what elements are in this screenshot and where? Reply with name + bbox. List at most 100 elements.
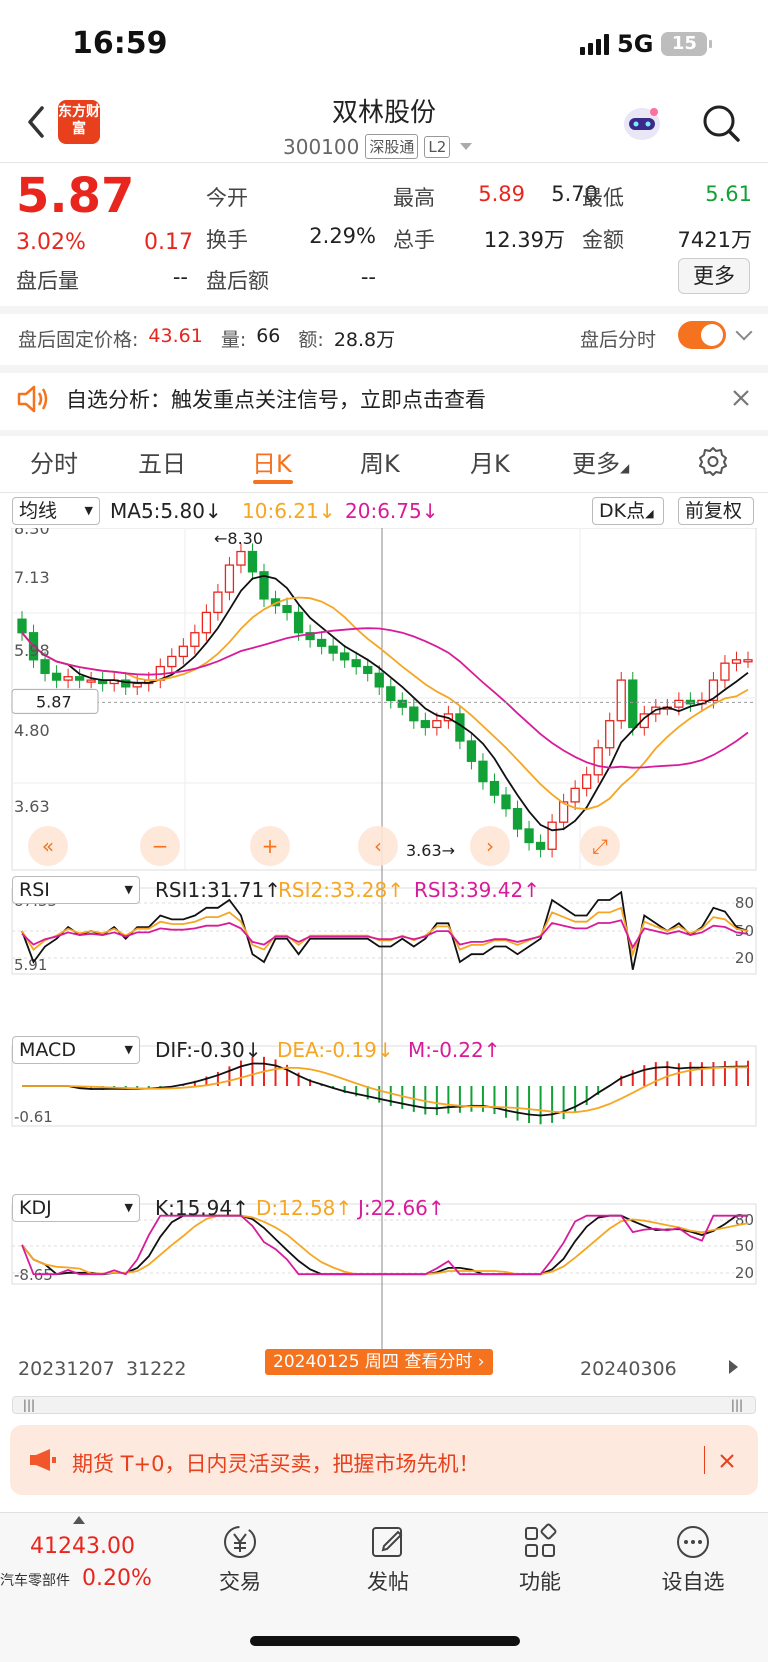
after-hours-row: 盘后固定价格: 43.61 量: 66 额: 28.8万 [18, 325, 395, 352]
candle-body [247, 550, 258, 573]
kdj-k-label: K:15.94↑ [155, 1196, 249, 1220]
high-marker: ←8.30 [214, 529, 263, 548]
after-hours-toggle-label: 盘后分时 [580, 329, 657, 351]
chart-scrollbar[interactable] [12, 1396, 756, 1414]
chevron-down-icon: ▼ [84, 504, 93, 517]
status-time: 16:59 [72, 26, 168, 61]
network-type: 5G [617, 30, 654, 58]
tab-rik[interactable]: 日K [252, 444, 292, 479]
chart-control-icon: ⤢ [592, 834, 608, 858]
candle-body [501, 794, 511, 810]
quote-label: 金额 [582, 228, 624, 252]
more-icon [677, 1526, 709, 1558]
rsi3-label: RSI3:39.42↑ [414, 878, 540, 902]
rsi-select-label: RSI [19, 879, 50, 901]
candle-body [374, 672, 384, 688]
function-button[interactable]: 功能 [510, 1522, 570, 1596]
price-axis-label: 3.63 [14, 797, 50, 816]
candle-body [524, 828, 534, 844]
post-button[interactable]: 发帖 [358, 1522, 418, 1596]
candle-body [432, 720, 442, 729]
chart-control-icon: ‹ [374, 834, 382, 858]
promo-text[interactable]: 期货 T+0，日内灵活买卖，把握市场先机！ [72, 1448, 479, 1478]
sector-index-value[interactable]: 41243.00 [30, 1534, 135, 1559]
megaphone-icon [30, 1449, 56, 1471]
chart-control-icon: − [152, 834, 169, 858]
candle-body [478, 760, 488, 783]
candle-body [17, 618, 27, 634]
candle-body [167, 655, 177, 668]
indicator-select-label: 均线 [19, 500, 58, 522]
add-watchlist-button[interactable]: 设自选 [655, 1522, 731, 1596]
signal-icon [580, 33, 609, 55]
stock-code: 300100 [283, 134, 360, 159]
speaker-icon [17, 385, 48, 413]
close-icon[interactable] [719, 1453, 735, 1469]
tab-zhouk[interactable]: 周K [360, 444, 400, 479]
rsi-level-label: 20 [735, 949, 754, 967]
expand-up-icon[interactable] [73, 1516, 85, 1524]
candle-body [547, 821, 557, 850]
sector-change: 0.20% [82, 1566, 152, 1591]
candle-body [178, 645, 188, 658]
after-hours-price: 43.61 [148, 325, 203, 347]
price-axis-label: 4.80 [14, 721, 50, 740]
function-label: 功能 [519, 1570, 561, 1594]
after-hours-label: 盘后固定价格: [18, 329, 139, 351]
main-chart-frame [11, 528, 757, 871]
quote-value: -- [360, 265, 376, 289]
kline-chart-area[interactable]: 8.30 7.13 5.98 4.80 3.63 5.87 ←8.30 3.63→ « − + ‹ › ⤢… [0, 528, 768, 1372]
more-button[interactable]: 更多 [678, 258, 750, 294]
candle-body [720, 662, 730, 681]
ma10-label: 10:6.21↓ [242, 499, 336, 523]
notice-text[interactable]: 自选分析：触发重点关注信号，立即点击查看 [66, 384, 486, 414]
candle-body [340, 652, 350, 661]
tab-yuek[interactable]: 月K [470, 444, 510, 479]
play-right-icon[interactable] [726, 1358, 740, 1376]
macd-select-label: MACD [19, 1039, 76, 1061]
candle-body [397, 699, 407, 708]
ma5-label: MA5:5.80↓ [110, 499, 222, 523]
sector-name[interactable]: 汽车零部件 [0, 1570, 70, 1590]
stock-code-row[interactable]: 300100 深股通 L2 [283, 134, 473, 159]
gear-icon[interactable] [698, 446, 728, 476]
close-icon[interactable] [732, 389, 750, 407]
quote-label: 盘后量 [16, 269, 79, 293]
candle-body [593, 747, 603, 776]
home-indicator [250, 1636, 520, 1646]
chevron-down-icon: ▼ [124, 883, 133, 896]
assistant-robot-icon[interactable] [620, 102, 664, 146]
tab-wuri[interactable]: 五日 [138, 444, 186, 479]
after-hours-toggle[interactable] [678, 321, 726, 349]
adjust-button[interactable]: 前复权 [678, 497, 754, 525]
indicator-select[interactable]: 均线 ▼ [12, 497, 100, 525]
post-label: 发帖 [367, 1570, 409, 1594]
scroll-handle-right[interactable]: ||| [722, 1398, 752, 1412]
price-axis-label: 8.30 [14, 528, 50, 538]
search-icon[interactable] [700, 102, 742, 144]
dk-select[interactable]: DK点◢ [592, 497, 664, 525]
after-hours-amt: 28.8万 [333, 329, 396, 351]
kdj-select-label: KDJ [19, 1197, 52, 1219]
quote-label: 今开 [206, 186, 248, 210]
trade-button[interactable]: 交易 [210, 1522, 270, 1596]
kdj-select[interactable]: KDJ ▼ [12, 1194, 140, 1222]
scroll-handle-left[interactable]: ||| [14, 1398, 44, 1412]
tab-fenshi[interactable]: 分时 [30, 444, 78, 479]
candle-body [489, 780, 500, 796]
cursor-date-tag[interactable]: 20240125 周四 查看分时 › [265, 1349, 493, 1375]
kdj-level-label: 50 [735, 1237, 754, 1255]
status-indicators: 5G 15 [580, 30, 713, 58]
candle-body [190, 632, 200, 647]
rsi-select[interactable]: RSI ▼ [12, 876, 140, 904]
candle-body [74, 676, 85, 681]
quote-value: 12.39万 [483, 228, 565, 252]
macd-dif-label: DIF:-0.30↓ [155, 1038, 262, 1062]
add-watchlist-label: 设自选 [661, 1570, 725, 1594]
candle-body [535, 841, 546, 850]
quote-value: -- [172, 265, 188, 289]
tab-more[interactable]: 更多◢ [572, 444, 629, 479]
macd-select[interactable]: MACD ▼ [12, 1036, 140, 1064]
chevron-down-icon[interactable] [735, 323, 753, 341]
candle-body [51, 672, 62, 681]
